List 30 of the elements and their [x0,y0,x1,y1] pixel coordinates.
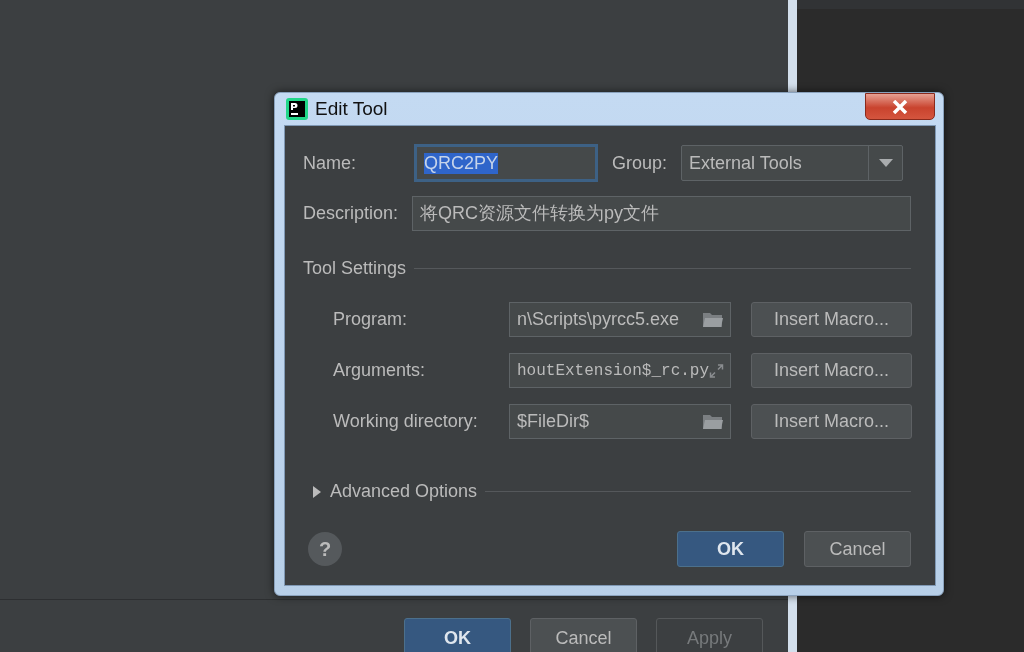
insert-macro-button[interactable]: Insert Macro... [751,302,912,337]
dialog-button[interactable]: Cancel [530,618,637,652]
group-dropdown[interactable]: External Tools [681,145,904,181]
name-field[interactable]: QRC2PY [414,144,598,182]
field-label: Arguments: [333,360,427,381]
expand-triangle-icon[interactable] [312,485,322,498]
description-field[interactable]: 将QRC资源文件转换为py文件 [412,195,911,231]
help-button[interactable]: ? [308,532,342,566]
section-title: Tool Settings [303,258,407,279]
app-logo-icon [286,98,308,120]
ok-button[interactable]: OK [404,618,511,652]
field-label: Group: [612,152,668,174]
advanced-options-toggle[interactable]: Advanced Options [330,481,478,502]
insert-macro-button[interactable]: Insert Macro... [751,404,912,439]
close-button[interactable] [865,93,935,120]
folder-icon[interactable] [702,413,724,430]
close-icon [891,99,909,114]
folder-icon[interactable] [702,311,724,328]
ok-button[interactable]: OK [677,531,784,567]
cancel-button[interactable]: Cancel [804,531,911,567]
input-field[interactable]: n\Scripts\pyrcc5.exe [509,302,731,337]
field-label: Program: [333,309,409,330]
insert-macro-button[interactable]: Insert Macro... [751,353,912,388]
field-label: Name: [303,152,356,174]
field-label: Working directory: [333,411,479,432]
window-title: Edit Tool [315,98,388,120]
input-field[interactable]: houtExtension$_rc.py [509,353,731,388]
field-label: Description: [303,202,399,224]
input-field[interactable]: $FileDir$ [509,404,731,439]
caret-icon [878,159,893,167]
